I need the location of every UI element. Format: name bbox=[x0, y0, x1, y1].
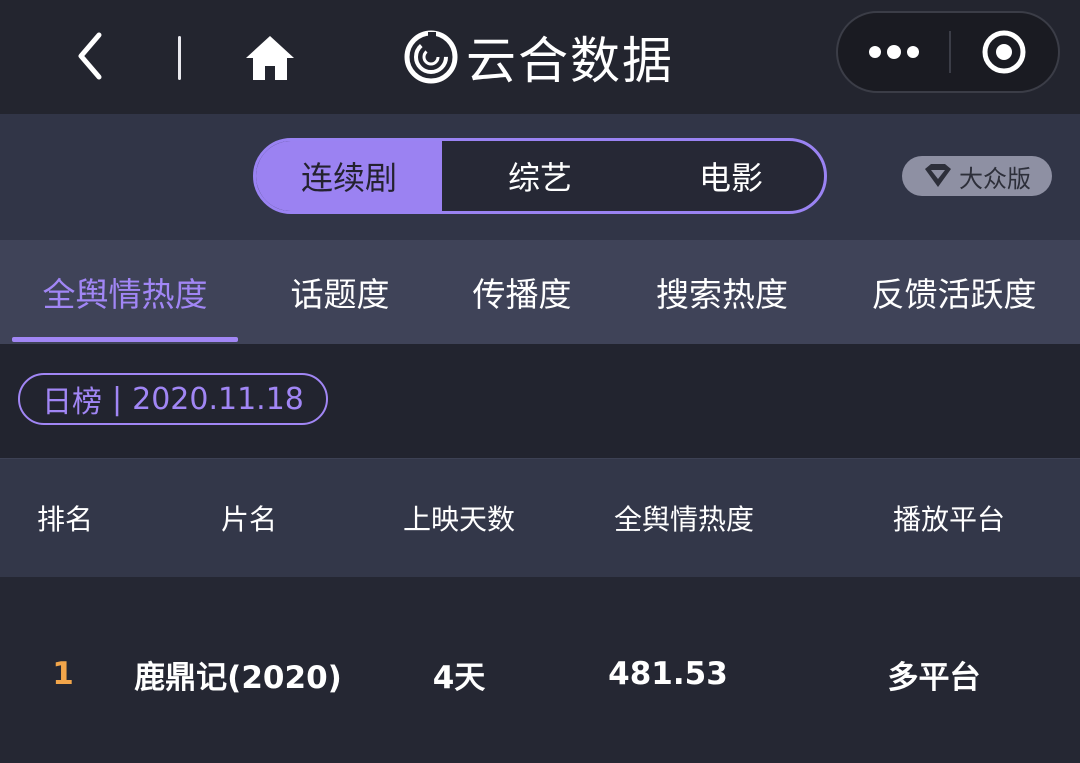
date-section: 日榜 | 2020.11.18 bbox=[0, 344, 1080, 458]
mini-program-capsule bbox=[836, 11, 1060, 93]
category-segmented-control: 连续剧 综艺 电影 bbox=[253, 138, 827, 214]
yunhe-logo-icon bbox=[404, 30, 458, 84]
brand: 云合数据 bbox=[404, 24, 674, 90]
home-icon bbox=[246, 36, 294, 80]
table-row[interactable]: 1 鹿鼎记(2020) 4天 481.53 多平台 bbox=[0, 577, 1080, 763]
date-selector[interactable]: 日榜 | 2020.11.18 bbox=[18, 373, 328, 425]
tab-overall-heat[interactable]: 全舆情热度 bbox=[12, 240, 238, 344]
edition-badge[interactable]: 大众版 bbox=[902, 156, 1052, 196]
back-button[interactable] bbox=[62, 28, 118, 84]
table-header: 排名 片名 上映天数 全舆情热度 播放平台 bbox=[0, 458, 1080, 577]
nav-divider bbox=[178, 36, 181, 80]
category-bar: 连续剧 综艺 电影 大众版 bbox=[0, 114, 1080, 240]
tab-search-heat[interactable]: 搜索热度 bbox=[626, 240, 818, 344]
ranking-date: 2020.11.18 bbox=[132, 381, 304, 417]
metric-tabs: 全舆情热度 话题度 传播度 搜索热度 反馈活跃度 bbox=[0, 240, 1080, 344]
tab-movie[interactable]: 电影 bbox=[638, 141, 824, 211]
more-button[interactable] bbox=[838, 13, 950, 91]
row-days: 4天 bbox=[432, 659, 486, 696]
home-button[interactable] bbox=[240, 30, 300, 86]
edition-label: 大众版 bbox=[959, 164, 1031, 193]
navigation-bar: 云合数据 bbox=[0, 0, 1080, 114]
app-title: 云合数据 bbox=[466, 32, 674, 90]
row-platform: 多平台 bbox=[887, 659, 981, 696]
diamond-icon bbox=[925, 164, 951, 187]
active-tab-indicator bbox=[12, 337, 238, 342]
header-rank: 排名 bbox=[36, 503, 93, 536]
target-circle-icon bbox=[982, 30, 1026, 74]
app-screen: 云合数据 连续剧 综艺 电影 大众版 全舆情热度 话题度 传播度 搜索热度 反馈… bbox=[0, 0, 1080, 763]
row-rank: 1 bbox=[52, 656, 74, 692]
header-platform: 播放平台 bbox=[892, 503, 1005, 536]
row-heat: 481.53 bbox=[608, 656, 728, 692]
tab-topic[interactable]: 话题度 bbox=[252, 240, 428, 344]
tab-variety[interactable]: 综艺 bbox=[442, 141, 638, 211]
header-title: 片名 bbox=[220, 503, 277, 536]
row-title: 鹿鼎记(2020) bbox=[134, 659, 342, 696]
header-days: 上映天数 bbox=[402, 503, 515, 536]
tab-spread[interactable]: 传播度 bbox=[434, 240, 610, 344]
close-button[interactable] bbox=[950, 13, 1058, 91]
tab-series[interactable]: 连续剧 bbox=[256, 141, 442, 211]
ranking-table: 1 鹿鼎记(2020) 4天 481.53 多平台 bbox=[0, 577, 1080, 763]
date-separator: | bbox=[112, 381, 123, 417]
chevron-left-icon bbox=[78, 32, 102, 80]
ranking-type: 日榜 bbox=[42, 385, 102, 420]
more-dots-icon bbox=[869, 45, 919, 59]
tab-feedback-activity[interactable]: 反馈活跃度 bbox=[848, 240, 1060, 344]
header-heat: 全舆情热度 bbox=[613, 503, 754, 536]
